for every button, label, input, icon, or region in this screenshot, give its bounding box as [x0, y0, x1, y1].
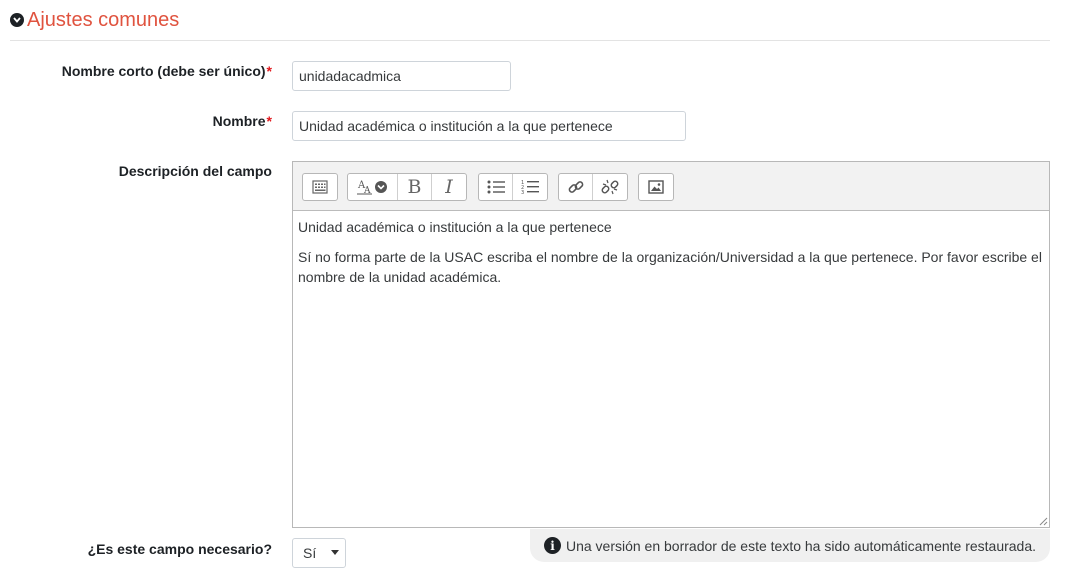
shortname-input[interactable] [292, 61, 511, 91]
draft-notice-text: Una versión en borrador de este texto ha… [565, 537, 1037, 554]
required-field-label-text: ¿Es este campo necesario? [87, 541, 272, 557]
required-mark: * [266, 63, 272, 79]
editor-content[interactable]: Unidad académica o institución a la que … [293, 211, 1049, 303]
font-style-button[interactable]: A A [348, 174, 398, 200]
shortname-label: Nombre corto (debe ser único)* [62, 63, 272, 79]
link-icon [568, 181, 583, 193]
toolbar-group-collapse [302, 173, 338, 201]
italic-icon: I [445, 176, 453, 198]
name-input[interactable] [292, 111, 686, 141]
font-style-icon: A A [356, 180, 387, 195]
section-header[interactable]: Ajustes comunes [10, 6, 179, 34]
editor-paragraph: Sí no forma parte de la USAC escriba el … [298, 249, 1042, 285]
toolbar-group-links [558, 173, 628, 201]
ordered-list-button[interactable]: 1 2 3 [513, 174, 547, 200]
image-button[interactable] [639, 174, 673, 200]
svg-text:3: 3 [521, 190, 524, 195]
draft-restored-notice: i Una versión en borrador de este texto … [530, 529, 1050, 562]
name-label: Nombre* [213, 113, 272, 129]
unlink-button[interactable] [593, 174, 627, 200]
resize-handle-icon[interactable] [1038, 516, 1048, 526]
description-label: Descripción del campo [119, 163, 272, 179]
required-field-label: ¿Es este campo necesario? [88, 541, 272, 557]
caret-down-icon [331, 550, 339, 555]
select-value: Sí [303, 545, 317, 561]
toolbar-group-lists: 1 2 3 [478, 173, 548, 201]
toolbar-group-style: A A B I [347, 173, 467, 201]
shortname-label-text: Nombre corto (debe ser único) [61, 63, 266, 79]
toolbar-toggle-button[interactable] [303, 174, 337, 200]
section-title[interactable]: Ajustes comunes [27, 6, 179, 34]
toolbar-group-media [638, 173, 674, 201]
toolbar-toggle-icon [312, 180, 328, 194]
chevron-down-icon[interactable] [10, 13, 24, 27]
unordered-list-icon [487, 180, 505, 194]
section-divider [10, 40, 1050, 41]
required-field-select[interactable]: Sí [292, 538, 346, 568]
required-mark: * [266, 113, 272, 129]
description-label-text: Descripción del campo [118, 163, 272, 179]
editor-toolbar: A A B I 1 2 3 [293, 162, 1049, 211]
unlink-icon [601, 179, 619, 195]
bold-button[interactable]: B [398, 174, 432, 200]
unordered-list-button[interactable] [479, 174, 513, 200]
name-label-text: Nombre [212, 113, 266, 129]
ordered-list-icon: 1 2 3 [521, 180, 539, 195]
italic-button[interactable]: I [432, 174, 466, 200]
link-button[interactable] [559, 174, 593, 200]
image-icon [648, 180, 664, 194]
editor-paragraph: Unidad académica o institución a la que … [298, 219, 612, 235]
bold-icon: B [407, 176, 422, 198]
info-icon: i [543, 537, 561, 554]
rich-text-editor[interactable]: A A B I 1 2 3 Unidad académica o institu… [292, 161, 1050, 528]
